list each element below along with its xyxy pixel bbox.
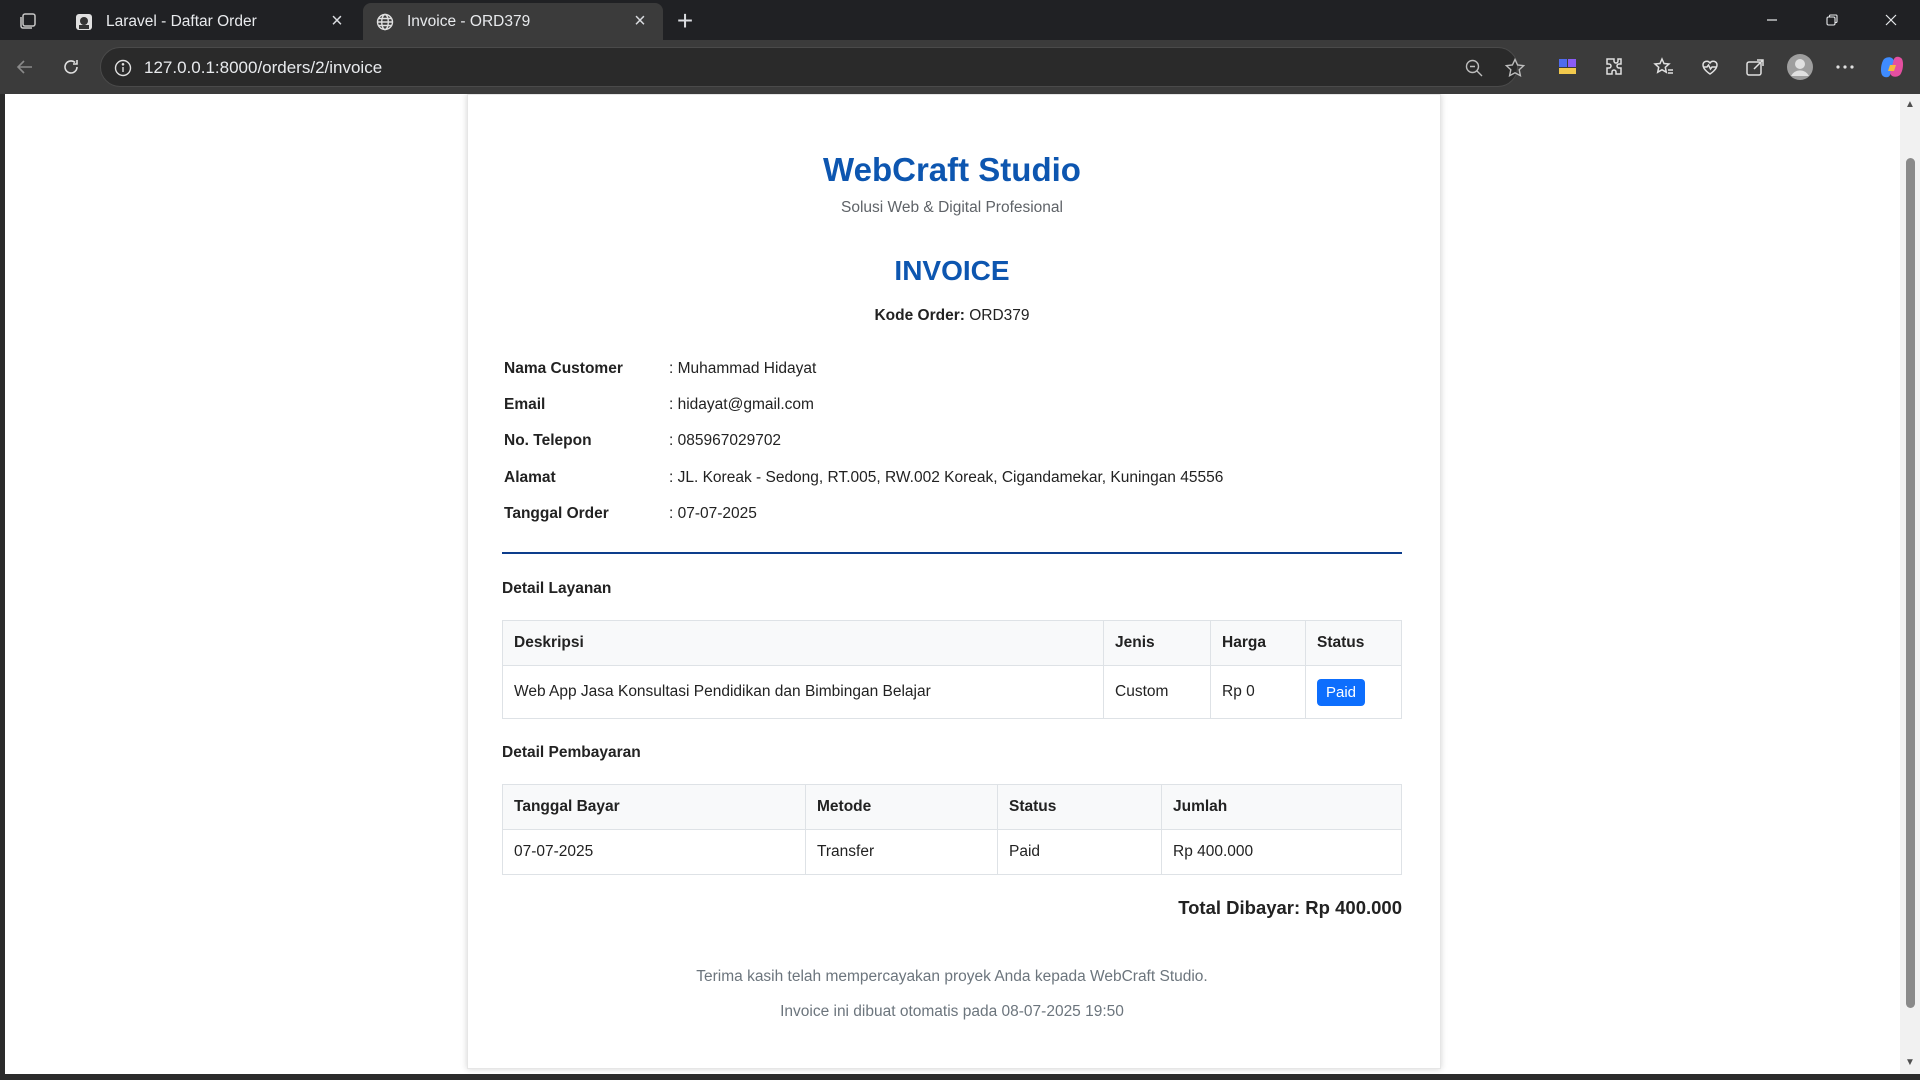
info-value: : 085967029702 — [669, 432, 782, 449]
payment-date: 07-07-2025 — [502, 829, 806, 875]
address-bar[interactable]: 127.0.0.1:8000/orders/2/invoice — [100, 47, 1526, 87]
services-section-title: Detail Layanan — [502, 580, 612, 597]
tab-laravel-daftar-order[interactable]: Laravel - Daftar Order × — [62, 3, 360, 40]
vertical-scrollbar[interactable]: ▲ ▼ — [1900, 94, 1920, 1074]
back-button[interactable] — [10, 52, 40, 82]
arrow-left-icon — [16, 60, 32, 74]
company-name: WebCraft Studio — [823, 151, 1081, 188]
info-label: Nama Customer — [504, 360, 623, 377]
collections-extension-icon[interactable] — [1554, 53, 1582, 81]
extensions-puzzle-icon[interactable] — [1600, 53, 1628, 81]
scroll-down-icon[interactable]: ▼ — [1905, 1058, 1915, 1068]
reload-button[interactable] — [56, 52, 86, 82]
table-row: Web App Jasa Konsultasi Pendidikan dan B… — [502, 665, 1402, 719]
tab-invoice[interactable]: Invoice - ORD379 × — [363, 3, 663, 40]
payment-status: Paid — [997, 829, 1162, 875]
tab-title: Invoice - ORD379 — [407, 12, 531, 30]
close-window-button[interactable] — [1862, 0, 1920, 40]
share-icon[interactable] — [1741, 53, 1769, 81]
close-tab-icon[interactable]: × — [629, 10, 651, 33]
order-code-label: Kode Order: — [874, 307, 965, 324]
payment-amount: Rp 400.000 — [1161, 829, 1402, 875]
page-viewport: WebCraft Studio Solusi Web & Digital Pro… — [5, 94, 1900, 1074]
total-paid: Total Dibayar: Rp 400.000 — [1178, 897, 1402, 918]
minimize-button[interactable] — [1743, 0, 1801, 40]
tab-bar: Laravel - Daftar Order × Invoice - ORD37… — [0, 0, 1920, 40]
tab-title: Laravel - Daftar Order — [106, 12, 257, 30]
restore-icon — [1826, 14, 1838, 26]
column-header: Metode — [805, 784, 998, 830]
close-icon — [1885, 14, 1897, 26]
info-value: : hidayat@gmail.com — [669, 396, 814, 413]
info-value: : 07-07-2025 — [669, 505, 757, 522]
info-label: No. Telepon — [504, 432, 592, 449]
column-header: Status — [997, 784, 1162, 830]
table-header-row: Deskripsi Jenis Harga Status — [502, 620, 1402, 666]
payments-table: Tanggal Bayar Metode Status Jumlah 07-07… — [502, 784, 1402, 875]
generated-note: Invoice ini dibuat otomatis pada 08-07-2… — [780, 1003, 1124, 1020]
globe-icon — [375, 12, 395, 32]
copilot-icon[interactable] — [1878, 53, 1906, 81]
column-header: Jumlah — [1161, 784, 1402, 830]
column-header: Deskripsi — [502, 620, 1104, 666]
info-value: : JL. Koreak - Sedong, RT.005, RW.002 Ko… — [669, 469, 1224, 486]
scroll-up-icon[interactable]: ▲ — [1905, 100, 1915, 110]
table-header-row: Tanggal Bayar Metode Status Jumlah — [502, 784, 1402, 830]
toolbar: 127.0.0.1:8000/orders/2/invoice — [0, 40, 1920, 94]
column-header: Status — [1305, 620, 1402, 666]
invoice-card: WebCraft Studio Solusi Web & Digital Pro… — [467, 94, 1441, 1069]
tab-actions-button[interactable] — [14, 8, 42, 34]
minimize-icon — [1767, 19, 1777, 21]
favorites-icon[interactable] — [1650, 53, 1678, 81]
services-table: Deskripsi Jenis Harga Status Web App Jas… — [502, 620, 1402, 719]
service-description: Web App Jasa Konsultasi Pendidikan dan B… — [502, 665, 1104, 719]
order-code-value: ORD379 — [969, 307, 1030, 324]
info-label: Alamat — [504, 469, 556, 486]
zoom-icon[interactable] — [1463, 57, 1485, 79]
favicon-icon — [74, 12, 94, 32]
company-tagline: Solusi Web & Digital Profesional — [841, 199, 1063, 216]
invoice-title: INVOICE — [894, 255, 1010, 286]
more-options-icon[interactable] — [1831, 53, 1859, 81]
service-price: Rp 0 — [1210, 665, 1306, 719]
thank-you-note: Terima kasih telah mempercayakan proyek … — [696, 968, 1208, 985]
info-label: Email — [504, 396, 546, 413]
service-type: Custom — [1103, 665, 1211, 719]
payments-section-title: Detail Pembayaran — [502, 744, 641, 761]
new-tab-button[interactable]: + — [670, 5, 700, 36]
status-badge: Paid — [1317, 678, 1366, 706]
payment-method: Transfer — [805, 829, 998, 875]
workspaces-icon — [20, 13, 36, 29]
column-header: Jenis — [1103, 620, 1211, 666]
browser-essentials-heart-icon[interactable] — [1696, 53, 1724, 81]
reload-icon — [64, 60, 78, 74]
restore-button[interactable] — [1803, 0, 1861, 40]
site-info-icon[interactable] — [113, 58, 133, 78]
section-divider — [502, 552, 1402, 554]
scrollbar-thumb[interactable] — [1906, 158, 1915, 1008]
favorite-star-icon[interactable] — [1504, 57, 1526, 79]
column-header: Harga — [1210, 620, 1306, 666]
url-text[interactable]: 127.0.0.1:8000/orders/2/invoice — [144, 58, 382, 78]
order-code: Kode Order: ORD379 — [502, 307, 1402, 325]
info-value: : Muhammad Hidayat — [669, 360, 817, 377]
close-tab-icon[interactable]: × — [326, 10, 348, 33]
service-status-cell: Paid — [1305, 665, 1402, 719]
table-row: 07-07-2025 Transfer Paid Rp 400.000 — [502, 829, 1402, 875]
column-header: Tanggal Bayar — [502, 784, 806, 830]
window-bottom-edge — [0, 1074, 1920, 1080]
info-label: Tanggal Order — [504, 505, 609, 522]
profile-avatar[interactable] — [1786, 53, 1814, 81]
